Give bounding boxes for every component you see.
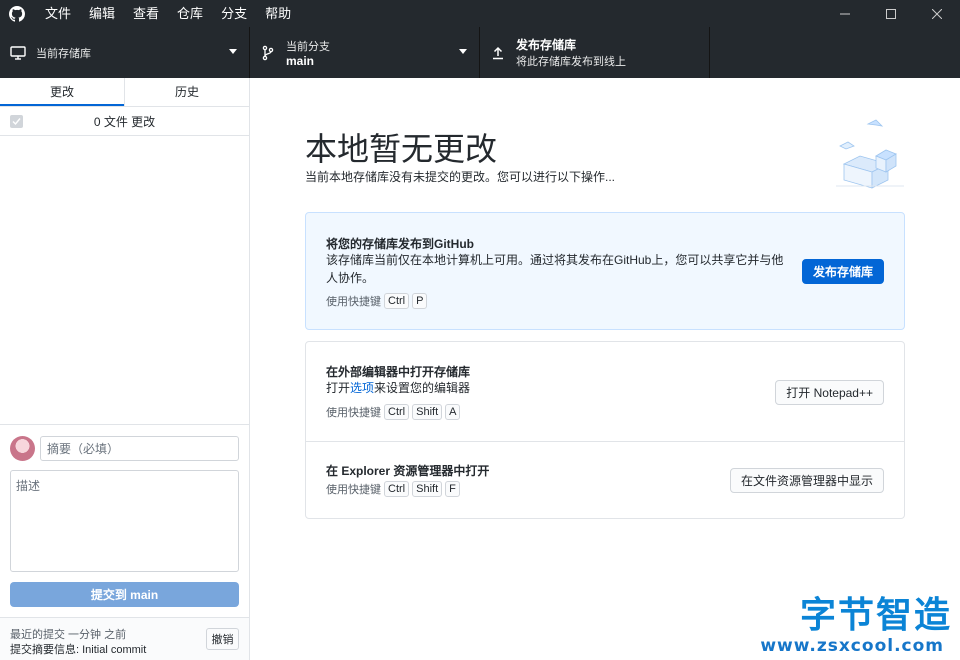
menu-bar: 文件 编辑 查看 仓库 分支 帮助 — [36, 0, 300, 27]
editor-desc-prefix: 打开 — [326, 381, 351, 395]
actions-card: 在外部编辑器中打开存储库 打开选项来设置您的编辑器 使用快捷键 Ctrl Shi… — [305, 341, 905, 519]
select-all-checkbox[interactable] — [10, 115, 23, 128]
github-logo-icon — [3, 0, 30, 27]
editor-desc-suffix: 来设置您的编辑器 — [374, 381, 471, 395]
menu-edit[interactable]: 编辑 — [80, 0, 124, 27]
last-commit-time: 最近的提交 一分钟 之前 — [10, 629, 127, 641]
sidebar-tabs: 更改 历史 — [0, 78, 249, 107]
commit-button[interactable]: 提交到 main — [10, 582, 239, 607]
maximize-icon — [886, 8, 896, 19]
publish-card-description: 该存储库当前仅在本地计算机上可用。通过将其发布在GitHub上，您可以共享它并与… — [326, 253, 784, 285]
chevron-down-icon — [229, 49, 237, 54]
menu-file[interactable]: 文件 — [36, 0, 80, 27]
desktop-icon — [0, 45, 36, 61]
publish-card-title: 将您的存储库发布到GitHub — [326, 237, 474, 251]
sidebar: 更改 历史 0 文件 更改 提交到 main 最近的提交 一分钟 之前 提交摘要… — [0, 78, 250, 660]
publish-shortcut: 使用快捷键 Ctrl P — [326, 293, 428, 309]
maximize-button[interactable] — [868, 0, 914, 27]
key-shift: Shift — [412, 404, 443, 420]
watermark: 字节智造 www.zsxcool.com — [760, 595, 952, 657]
window-controls — [822, 0, 960, 27]
close-button[interactable] — [914, 0, 960, 27]
key-ctrl: Ctrl — [384, 404, 410, 420]
last-commit-panel: 最近的提交 一分钟 之前 提交摘要信息: Initial commit 撤销 — [0, 617, 249, 660]
commit-summary-input[interactable] — [40, 436, 239, 461]
menu-help[interactable]: 帮助 — [256, 0, 300, 27]
menu-repository[interactable]: 仓库 — [168, 0, 212, 27]
main-content: 本地暂无更改 当前本地存储库没有未提交的更改。您可以进行以下操作... 将您的存… — [250, 78, 960, 660]
page-subtitle: 当前本地存储库没有未提交的更改。您可以进行以下操作... — [305, 170, 616, 184]
key-a: A — [445, 404, 461, 420]
explorer-row: 在 Explorer 资源管理器中打开 使用快捷键 Ctrl Shift F 在… — [306, 442, 904, 518]
current-branch-dropdown[interactable]: 当前分支 main — [250, 27, 480, 78]
editor-card-title: 在外部编辑器中打开存储库 — [326, 365, 471, 379]
watermark-url: www.zsxcool.com — [760, 636, 944, 656]
editor-card-description: 打开选项来设置您的编辑器 — [326, 379, 786, 397]
repository-label: 当前存储库 — [36, 47, 91, 60]
empty-state-illustration — [836, 119, 904, 189]
shortcut-label: 使用快捷键 — [326, 407, 381, 419]
publish-subtitle: 将此存储库发布到线上 — [516, 56, 626, 68]
changes-header: 0 文件 更改 — [0, 107, 249, 136]
key-ctrl: Ctrl — [384, 481, 410, 497]
options-link[interactable]: 选项 — [350, 381, 374, 395]
editor-row: 在外部编辑器中打开存储库 打开选项来设置您的编辑器 使用快捷键 Ctrl Shi… — [306, 342, 904, 442]
key-ctrl: Ctrl — [384, 293, 410, 309]
toolbar: 当前存储库 当前分支 main 发布存储库 将此存储库发布到线上 — [0, 27, 960, 78]
key-f: F — [445, 481, 460, 497]
check-icon — [12, 118, 21, 126]
explorer-card-title: 在 Explorer 资源管理器中打开 — [326, 464, 490, 478]
title-bar: 文件 编辑 查看 仓库 分支 帮助 — [0, 0, 960, 27]
show-in-explorer-button[interactable]: 在文件资源管理器中显示 — [729, 468, 884, 493]
commit-description-input[interactable] — [10, 470, 239, 572]
publish-repository-card-button[interactable]: 发布存储库 — [801, 259, 884, 284]
open-editor-button[interactable]: 打开 Notepad++ — [775, 380, 884, 405]
shortcut-label: 使用快捷键 — [326, 296, 381, 308]
chevron-down-icon — [459, 49, 467, 54]
undo-button[interactable]: 撤销 — [206, 628, 239, 650]
publish-title: 发布存储库 — [516, 38, 577, 52]
branch-icon — [250, 45, 286, 61]
close-icon — [932, 8, 942, 19]
watermark-text: 字节智造 — [799, 595, 952, 636]
page-title: 本地暂无更改 — [305, 131, 498, 167]
editor-shortcut: 使用快捷键 Ctrl Shift A — [326, 404, 461, 420]
branch-label: 当前分支 — [286, 40, 330, 53]
commit-form: 提交到 main — [0, 424, 249, 617]
avatar — [10, 436, 35, 461]
changed-files-count: 0 文件 更改 — [93, 114, 156, 129]
upload-icon — [480, 45, 516, 61]
key-p: P — [412, 293, 428, 309]
publish-repository-button[interactable]: 发布存储库 将此存储库发布到线上 — [480, 27, 710, 78]
last-commit-summary: 提交摘要信息: Initial commit — [10, 644, 147, 656]
key-shift: Shift — [412, 481, 443, 497]
tab-changes[interactable]: 更改 — [0, 78, 124, 106]
publish-card: 将您的存储库发布到GitHub 该存储库当前仅在本地计算机上可用。通过将其发布在… — [305, 212, 905, 330]
minimize-button[interactable] — [822, 0, 868, 27]
explorer-shortcut: 使用快捷键 Ctrl Shift F — [326, 481, 460, 497]
menu-branch[interactable]: 分支 — [212, 0, 256, 27]
minimize-icon — [840, 13, 850, 14]
menu-view[interactable]: 查看 — [124, 0, 168, 27]
current-repository-dropdown[interactable]: 当前存储库 — [0, 27, 250, 78]
branch-name: main — [286, 53, 315, 68]
tab-history[interactable]: 历史 — [124, 78, 249, 106]
shortcut-label: 使用快捷键 — [326, 484, 381, 496]
